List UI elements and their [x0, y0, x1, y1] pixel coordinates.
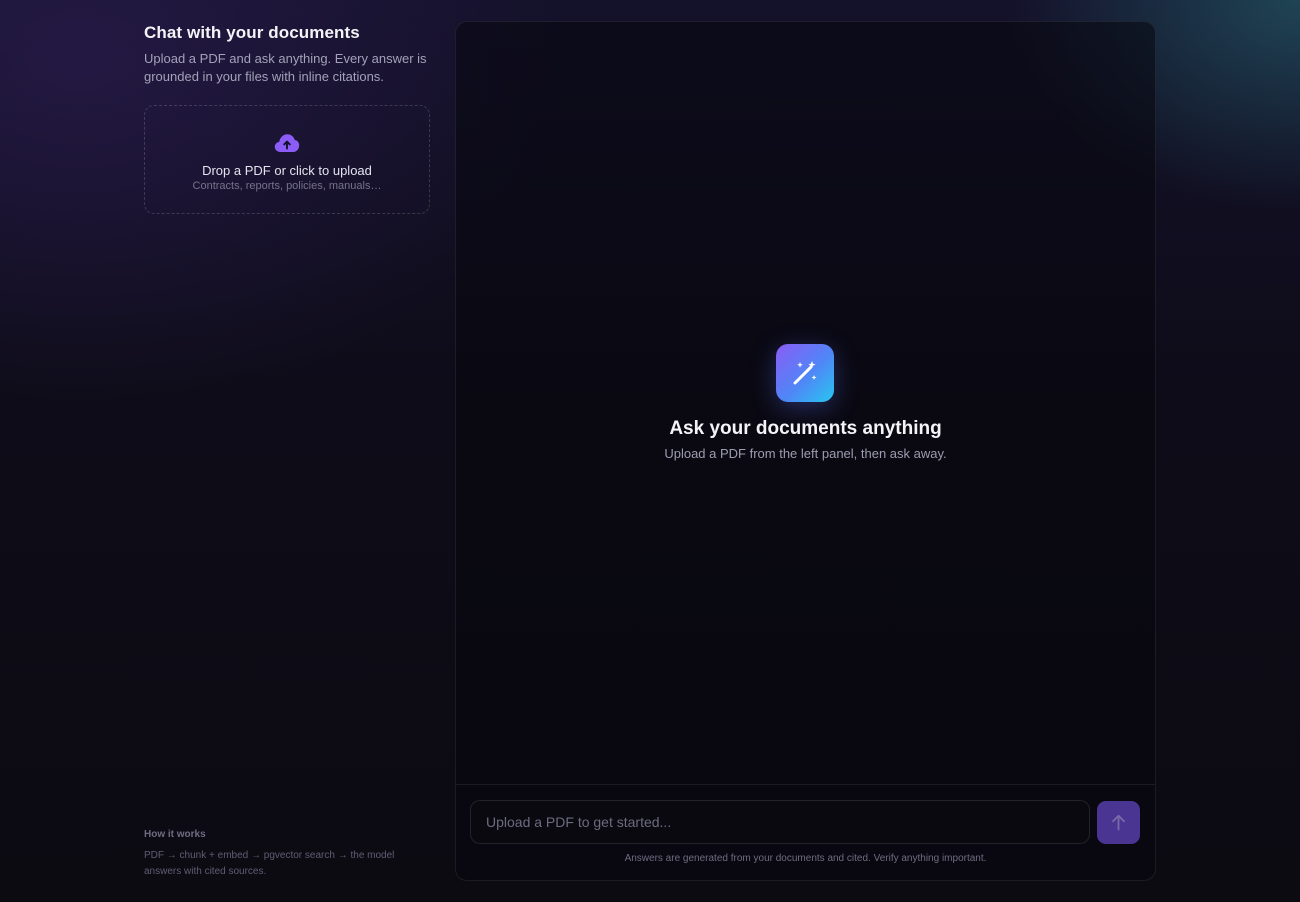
page-title: Chat with your documents [144, 23, 360, 42]
dropzone-title: Drop a PDF or click to upload [202, 163, 372, 178]
magic-wand-icon [776, 344, 834, 402]
disclaimer-text: Answers are generated from your document… [624, 853, 987, 864]
how-it-works-heading: How it works [144, 829, 206, 840]
send-button[interactable] [1097, 801, 1140, 844]
empty-state-title: Ask your documents anything [669, 418, 942, 439]
sidebar: Chat with your documents Upload a PDF an… [144, 0, 434, 902]
pdf-upload-dropzone[interactable]: Drop a PDF or click to upload Contracts,… [144, 105, 430, 214]
chat-composer: Answers are generated from your document… [456, 784, 1155, 880]
arrow-up-icon [1112, 814, 1125, 831]
chat-input[interactable] [470, 800, 1090, 844]
page-subtitle: Upload a PDF and ask anything. Every ans… [144, 51, 427, 84]
cloud-upload-icon [274, 134, 300, 152]
how-it-works-text: PDF → chunk + embed → pgvector search → … [144, 850, 395, 877]
dropzone-hint: Contracts, reports, policies, manuals… [192, 180, 382, 192]
empty-state: Ask your documents anything Upload a PDF… [456, 22, 1155, 784]
chat-panel: Ask your documents anything Upload a PDF… [455, 21, 1156, 881]
empty-state-subtitle: Upload a PDF from the left panel, then a… [664, 446, 947, 461]
